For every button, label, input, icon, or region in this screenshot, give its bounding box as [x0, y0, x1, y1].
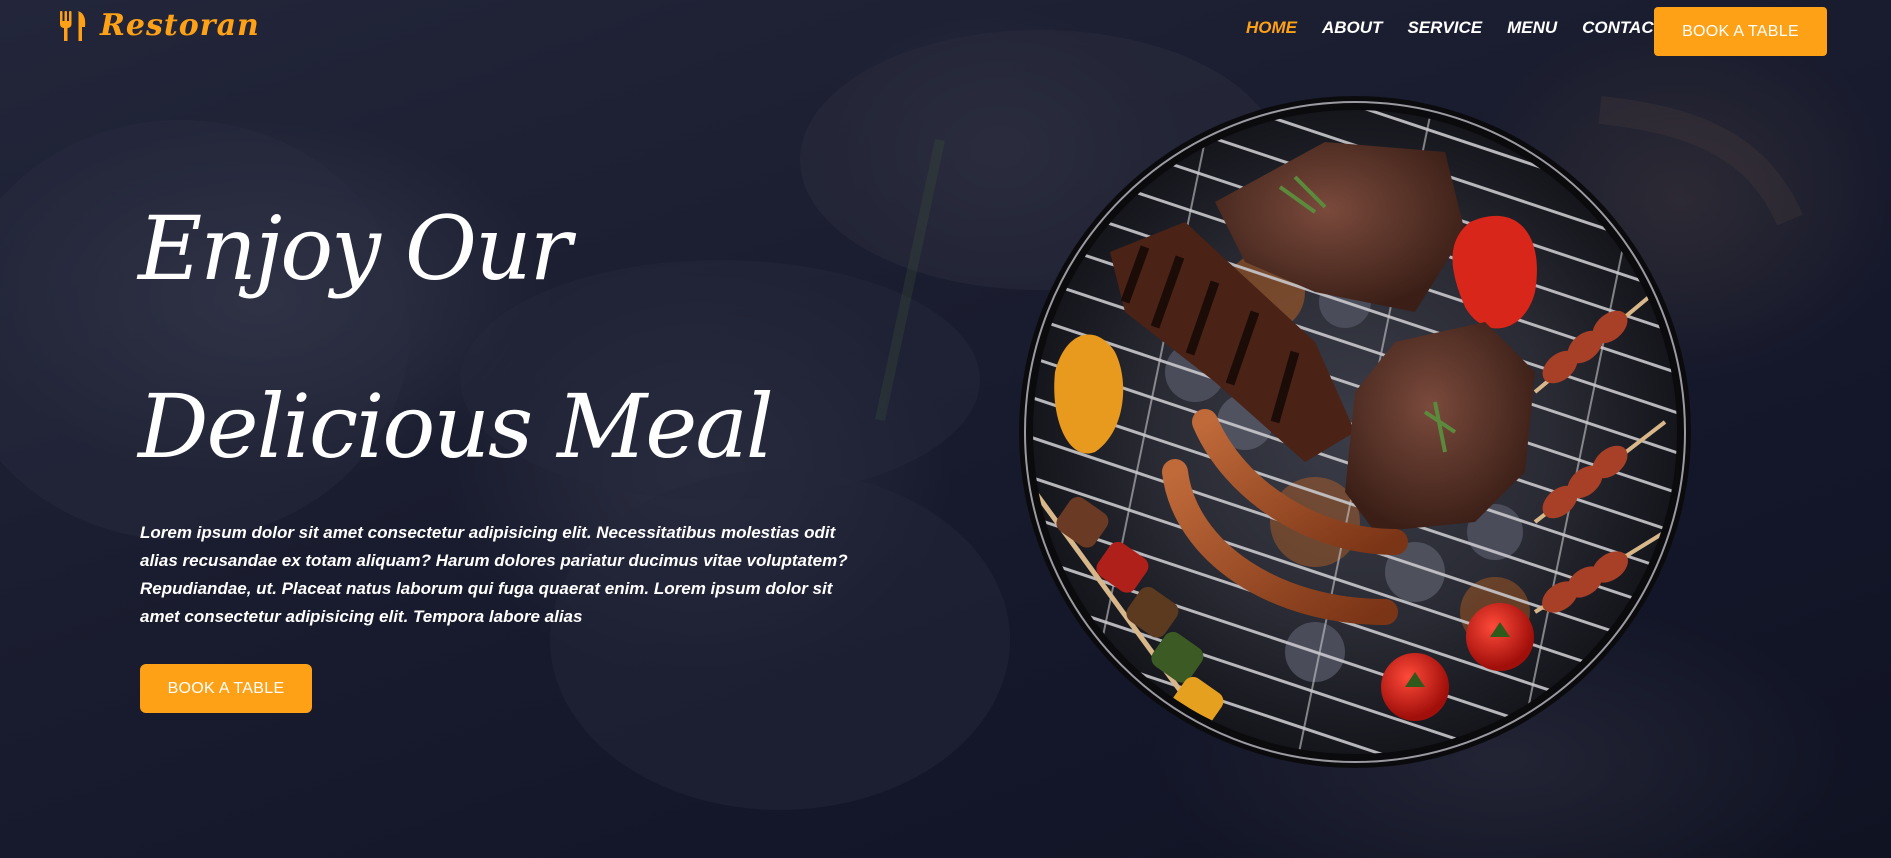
navbar: Restoran HOME ABOUT SERVICE MENU CONTACT… [0, 0, 1891, 62]
bbq-grill-image [1019, 96, 1691, 768]
hero-page: Restoran HOME ABOUT SERVICE MENU CONTACT… [0, 0, 1891, 858]
nav-item-home[interactable]: HOME [1246, 18, 1297, 38]
brand-name: Restoran [100, 8, 260, 43]
nav-item-menu[interactable]: MENU [1507, 18, 1557, 38]
nav-menu: HOME ABOUT SERVICE MENU CONTACT [1246, 18, 1689, 38]
hero-title-line-1: Enjoy Our [138, 197, 572, 300]
nav-item-about[interactable]: ABOUT [1322, 18, 1382, 38]
hero-description: Lorem ipsum dolor sit amet consectetur a… [140, 523, 848, 626]
hero-title: Enjoy Our Delicious Meal [138, 160, 918, 516]
nav-item-contact[interactable]: CONTACT [1582, 18, 1664, 38]
nav-item-service[interactable]: SERVICE [1407, 18, 1482, 38]
book-table-nav-button[interactable]: BOOK A TABLE [1654, 7, 1827, 56]
brand-logo[interactable]: Restoran [58, 8, 260, 43]
book-table-hero-button[interactable]: BOOK A TABLE [140, 664, 312, 713]
utensils-icon [60, 10, 86, 41]
hero-title-line-2: Delicious Meal [138, 375, 774, 478]
